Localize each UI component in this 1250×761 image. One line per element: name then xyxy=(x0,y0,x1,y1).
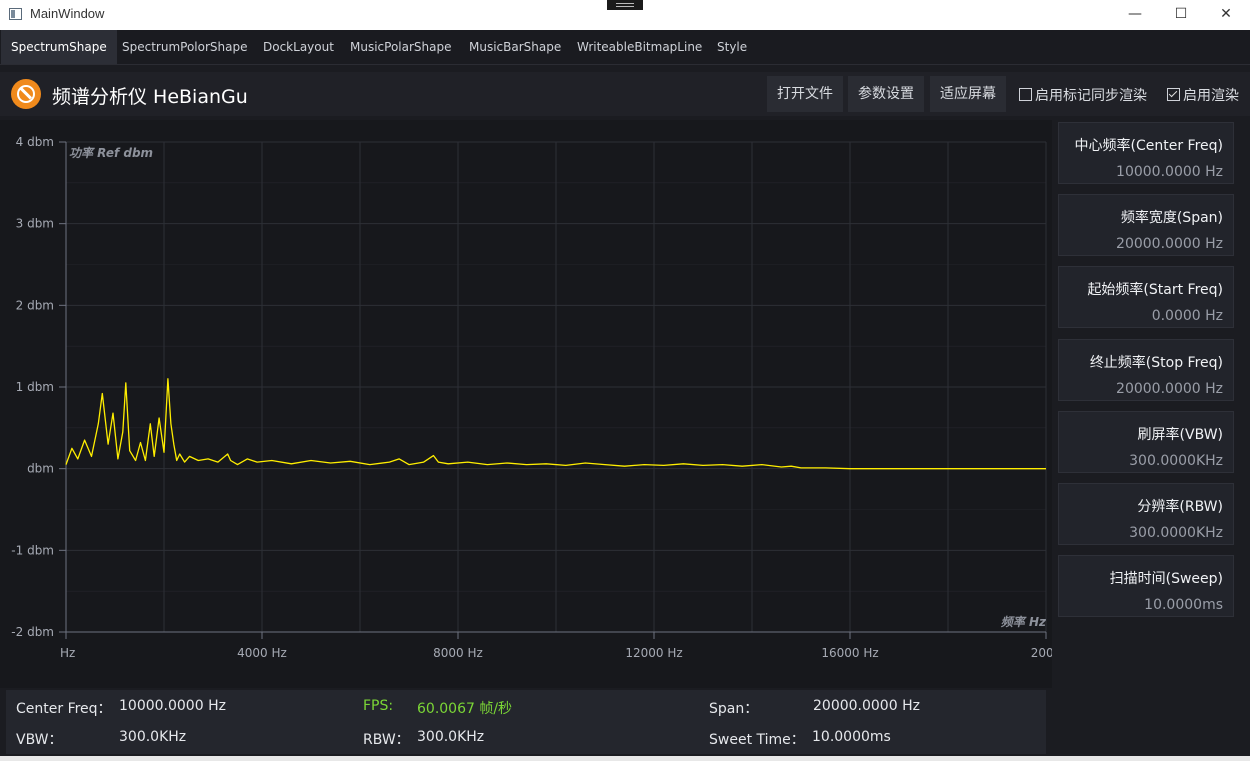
y-axis-title: 功率 Ref dbm xyxy=(69,146,153,160)
y-tick-label: 2 dbm xyxy=(16,298,54,312)
enable-render-label: 启用渲染 xyxy=(1183,88,1239,104)
center-freq-card[interactable]: 中心频率(Center Freq) 10000.0000 Hz xyxy=(1058,122,1234,184)
x-tick-label: 2000 xyxy=(1031,646,1052,660)
start-freq-card[interactable]: 起始频率(Start Freq) 0.0000 Hz xyxy=(1058,266,1234,328)
y-tick-label: 4 dbm xyxy=(16,135,54,149)
center-freq-value: 10000.0000 Hz xyxy=(119,698,226,714)
sweep-card[interactable]: 扫描时间(Sweep) 10.0000ms xyxy=(1058,555,1234,617)
span-value: 20000.0000 Hz xyxy=(813,698,920,714)
rbw-value: 300.0KHz xyxy=(417,729,485,745)
window-icon xyxy=(9,8,22,20)
sync-marker-label: 启用标记同步渲染 xyxy=(1035,88,1147,104)
stop-freq-card[interactable]: 终止频率(Stop Freq) 20000.0000 Hz xyxy=(1058,339,1234,401)
sync-marker-checkbox[interactable]: 启用标记同步渲染 xyxy=(1019,85,1147,104)
y-tick-label: dbm xyxy=(27,462,54,476)
spectrum-plot[interactable]: 4 dbm 3 dbm 2 dbm 1 dbm dbm -1 dbm -2 dbm Hz 400… xyxy=(0,120,1052,688)
center-freq-label: Center Freq： xyxy=(16,701,112,717)
sweep-value: 10.0000ms xyxy=(812,729,891,745)
y-tick-label: 1 dbm xyxy=(16,380,54,394)
tab-music-bar-shape[interactable]: MusicBarShape xyxy=(459,30,571,64)
card-value: 20000.0000 Hz xyxy=(1116,381,1223,397)
y-tick-label: 3 dbm xyxy=(16,217,54,231)
x-tick-label: 8000 Hz xyxy=(433,646,483,660)
title-bar: MainWindow — ☐ ✕ xyxy=(0,0,1250,30)
tab-style[interactable]: Style xyxy=(707,30,757,64)
spectrum-chart[interactable]: 4 dbm 3 dbm 2 dbm 1 dbm dbm -1 dbm -2 dbm Hz 400… xyxy=(0,120,1052,688)
tab-music-polar-shape[interactable]: MusicPolarShape xyxy=(340,30,462,64)
settings-button[interactable]: 参数设置 xyxy=(848,76,924,112)
tab-dock-layout[interactable]: DockLayout xyxy=(253,30,344,64)
x-tick-label: 16000 Hz xyxy=(821,646,878,660)
card-label: 频率宽度(Span) xyxy=(1120,210,1223,226)
close-button[interactable]: ✕ xyxy=(1203,0,1249,30)
open-file-button[interactable]: 打开文件 xyxy=(767,76,843,112)
sweep-label: Sweet Time： xyxy=(709,732,805,748)
card-value: 300.0000KHz xyxy=(1129,525,1223,541)
card-label: 中心频率(Center Freq) xyxy=(1074,138,1223,154)
fps-label: FPS: xyxy=(363,698,394,714)
app-header: 频谱分析仪 HeBianGu 打开文件 参数设置 适应屏幕 启用标记同步渲染 启… xyxy=(0,72,1250,116)
tab-writeable-bitmap-line[interactable]: WriteableBitmapLine xyxy=(567,30,712,64)
tab-spectrum-shape[interactable]: SpectrumShape xyxy=(1,30,117,64)
status-bar: Center Freq： 10000.0000 Hz FPS: 60.0067 … xyxy=(6,690,1046,754)
card-value: 0.0000 Hz xyxy=(1151,308,1223,324)
x-axis-title: 频率 Hz xyxy=(1001,615,1047,629)
tab-spectrum-polor-shape[interactable]: SpectrumPolorShape xyxy=(112,30,257,64)
card-value: 300.0000KHz xyxy=(1129,453,1223,469)
y-tick-label: -2 dbm xyxy=(11,625,54,639)
x-tick-label: 4000 Hz xyxy=(237,646,287,660)
checkbox-checked-icon xyxy=(1167,88,1180,101)
maximize-button[interactable]: ☐ xyxy=(1158,0,1204,30)
card-label: 起始频率(Start Freq) xyxy=(1087,282,1223,298)
x-tick-label: 12000 Hz xyxy=(625,646,682,660)
card-label: 扫描时间(Sweep) xyxy=(1109,571,1223,587)
card-value: 10.0000ms xyxy=(1144,597,1223,613)
fit-screen-button[interactable]: 适应屏幕 xyxy=(930,76,1006,112)
y-tick-label: -1 dbm xyxy=(11,543,54,557)
checkbox-unchecked-icon xyxy=(1019,88,1032,101)
window-title: MainWindow xyxy=(30,6,105,21)
card-label: 分辨率(RBW) xyxy=(1137,499,1223,515)
card-label: 刷屏率(VBW) xyxy=(1137,427,1223,443)
span-card[interactable]: 频率宽度(Span) 20000.0000 Hz xyxy=(1058,194,1234,256)
card-label: 终止频率(Stop Freq) xyxy=(1089,355,1223,371)
rbw-label: RBW： xyxy=(363,732,410,748)
app-logo-icon xyxy=(11,79,41,109)
rbw-card[interactable]: 分辨率(RBW) 300.0000KHz xyxy=(1058,483,1234,545)
enable-render-checkbox[interactable]: 启用渲染 xyxy=(1167,85,1239,104)
card-value: 10000.0000 Hz xyxy=(1116,164,1223,180)
drag-grip-icon[interactable] xyxy=(607,0,643,10)
vbw-label: VBW： xyxy=(16,732,63,748)
card-value: 20000.0000 Hz xyxy=(1116,236,1223,252)
vbw-value: 300.0KHz xyxy=(119,729,187,745)
fps-value: 60.0067 帧/秒 xyxy=(417,701,513,717)
app-title: 频谱分析仪 HeBianGu xyxy=(52,86,248,108)
span-label: Span： xyxy=(709,701,759,717)
minimize-button[interactable]: — xyxy=(1112,0,1158,30)
x-tick-label: Hz xyxy=(60,646,75,660)
tab-bar: SpectrumShape SpectrumPolorShape DockLay… xyxy=(0,30,1250,65)
window-bottom-edge xyxy=(0,754,1250,761)
vbw-card[interactable]: 刷屏率(VBW) 300.0000KHz xyxy=(1058,411,1234,473)
